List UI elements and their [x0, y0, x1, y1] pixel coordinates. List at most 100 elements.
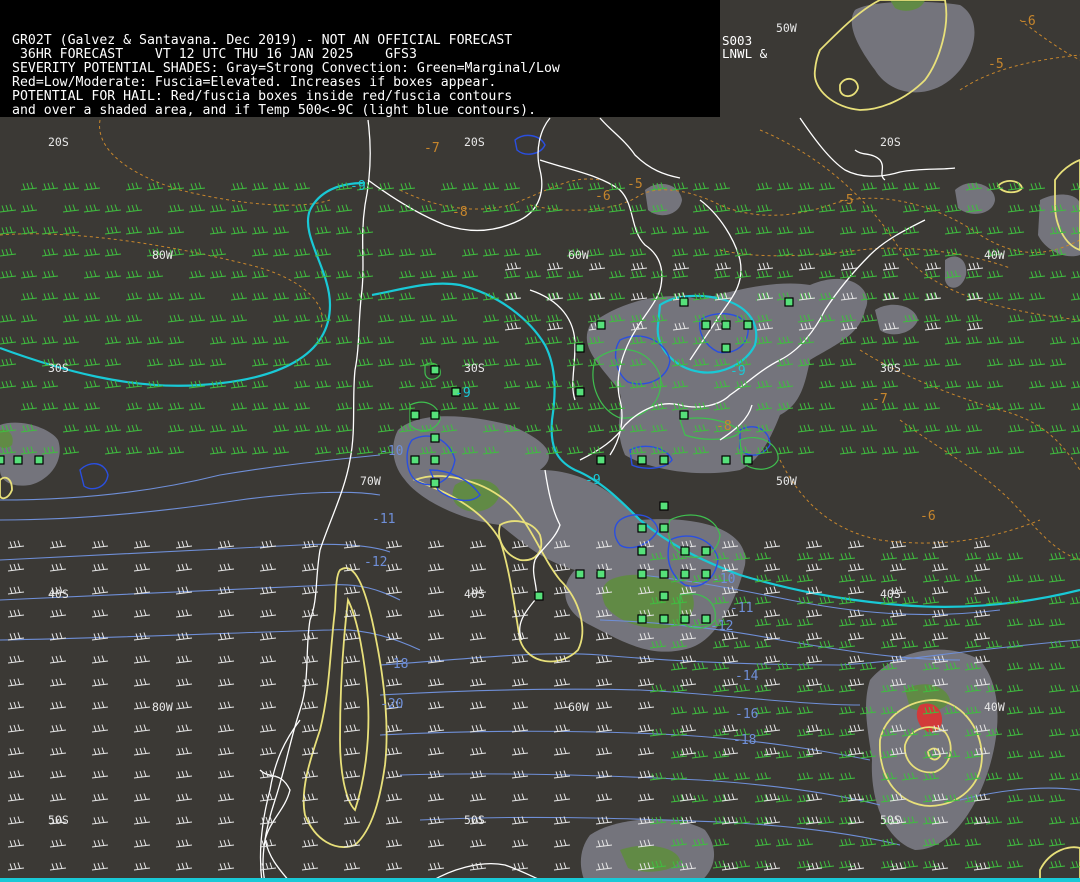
wind-barb — [965, 402, 983, 411]
wind-barb — [797, 446, 815, 455]
hail-box — [680, 569, 690, 579]
wind-barb — [923, 402, 941, 411]
lat-label-50s: 50S — [48, 813, 69, 827]
wind-barb — [986, 380, 1004, 389]
wind-barb — [545, 204, 563, 213]
lat-label-20s-east: 20S — [880, 135, 901, 149]
lat-label-30s: 30S — [48, 361, 69, 375]
wind-barb — [335, 446, 353, 455]
wind-barb — [902, 402, 920, 411]
wind-barb — [595, 793, 613, 802]
wind-barb — [167, 402, 185, 411]
wind-barb — [104, 314, 122, 323]
wind-barb — [385, 747, 403, 756]
wind-barb — [923, 204, 941, 213]
isotherm-label: -6 — [920, 509, 936, 524]
wind-barb — [756, 262, 774, 271]
wind-barb — [356, 292, 374, 301]
wind-barb — [91, 563, 109, 572]
wind-barb — [860, 226, 878, 235]
wind-barb — [259, 701, 277, 710]
hail-box — [721, 343, 731, 353]
lon-label-80w-south: 80W — [152, 700, 173, 714]
wind-barb — [133, 747, 151, 756]
wind-barb — [125, 446, 143, 455]
wind-barb — [251, 446, 269, 455]
wind-barb — [188, 270, 206, 279]
wind-barb — [209, 204, 227, 213]
wind-barb — [385, 793, 403, 802]
wind-barb — [20, 380, 38, 389]
wind-barb — [839, 336, 857, 345]
wind-barb — [944, 314, 962, 323]
wind-barb — [776, 248, 794, 257]
wind-barb — [713, 182, 731, 191]
wind-barb — [817, 552, 835, 561]
wind-barb — [272, 182, 290, 191]
wind-barb — [343, 632, 361, 641]
wind-barb — [881, 446, 899, 455]
wind-barb — [944, 358, 962, 367]
wind-barb — [251, 358, 269, 367]
wind-barb — [469, 724, 487, 733]
wind-barb — [1070, 424, 1080, 433]
isotherm-label: -9 — [730, 364, 746, 379]
grid-labels: 20S 20S 20S 30S 30S 30S 40S 40S 40S 50S … — [48, 21, 1005, 827]
wind-barb — [133, 793, 151, 802]
wind-barb — [754, 640, 772, 649]
wind-barb — [175, 839, 193, 848]
hail-box — [637, 546, 647, 556]
wind-barb — [595, 747, 613, 756]
wind-barb — [188, 292, 206, 301]
wind-barb — [511, 563, 529, 572]
wind-barb — [1069, 596, 1080, 605]
wind-barb — [440, 292, 458, 301]
wind-barb — [922, 618, 940, 627]
hail-box — [596, 455, 606, 465]
wind-barb — [251, 336, 269, 345]
wind-barb — [931, 563, 949, 572]
wind-barb — [146, 292, 164, 301]
wind-barb — [944, 446, 962, 455]
wind-barb — [209, 336, 227, 345]
wind-barb — [209, 446, 227, 455]
isotherm-label: -5 — [627, 177, 643, 192]
hail-box — [430, 455, 440, 465]
wind-barb — [343, 563, 361, 572]
wind-barb — [301, 632, 319, 641]
wind-barb — [217, 862, 235, 871]
wind-barb — [20, 270, 38, 279]
wind-barb — [440, 314, 458, 323]
wind-barb — [839, 226, 857, 235]
wind-barb — [546, 262, 564, 271]
wind-barb — [217, 839, 235, 848]
wind-barb — [524, 380, 542, 389]
wind-barb — [714, 262, 732, 271]
wind-barb — [671, 270, 689, 279]
wind-barb — [272, 314, 290, 323]
wind-barb — [973, 632, 991, 641]
wind-barb — [1027, 794, 1045, 803]
wind-barb — [881, 226, 899, 235]
wind-barb — [293, 204, 311, 213]
wind-barb — [965, 226, 983, 235]
gray-convection-shading — [0, 1, 1080, 882]
hail-box — [637, 569, 647, 579]
wind-barb — [797, 226, 815, 235]
wind-barb — [91, 586, 109, 595]
wind-barb — [41, 270, 59, 279]
isotherm-label: -16 — [735, 707, 758, 722]
wind-barb — [1070, 182, 1080, 191]
wind-barb — [314, 226, 332, 235]
wind-barb — [230, 446, 248, 455]
wind-barb — [188, 204, 206, 213]
wind-barb — [0, 248, 17, 257]
wind-barb — [880, 640, 898, 649]
wind-barb — [104, 204, 122, 213]
isotherm-label: -9 — [585, 473, 601, 488]
wind-barb — [419, 336, 437, 345]
wind-barb — [146, 358, 164, 367]
wind-barb — [943, 838, 961, 847]
wind-barb — [1007, 204, 1025, 213]
hail-box — [410, 455, 420, 465]
